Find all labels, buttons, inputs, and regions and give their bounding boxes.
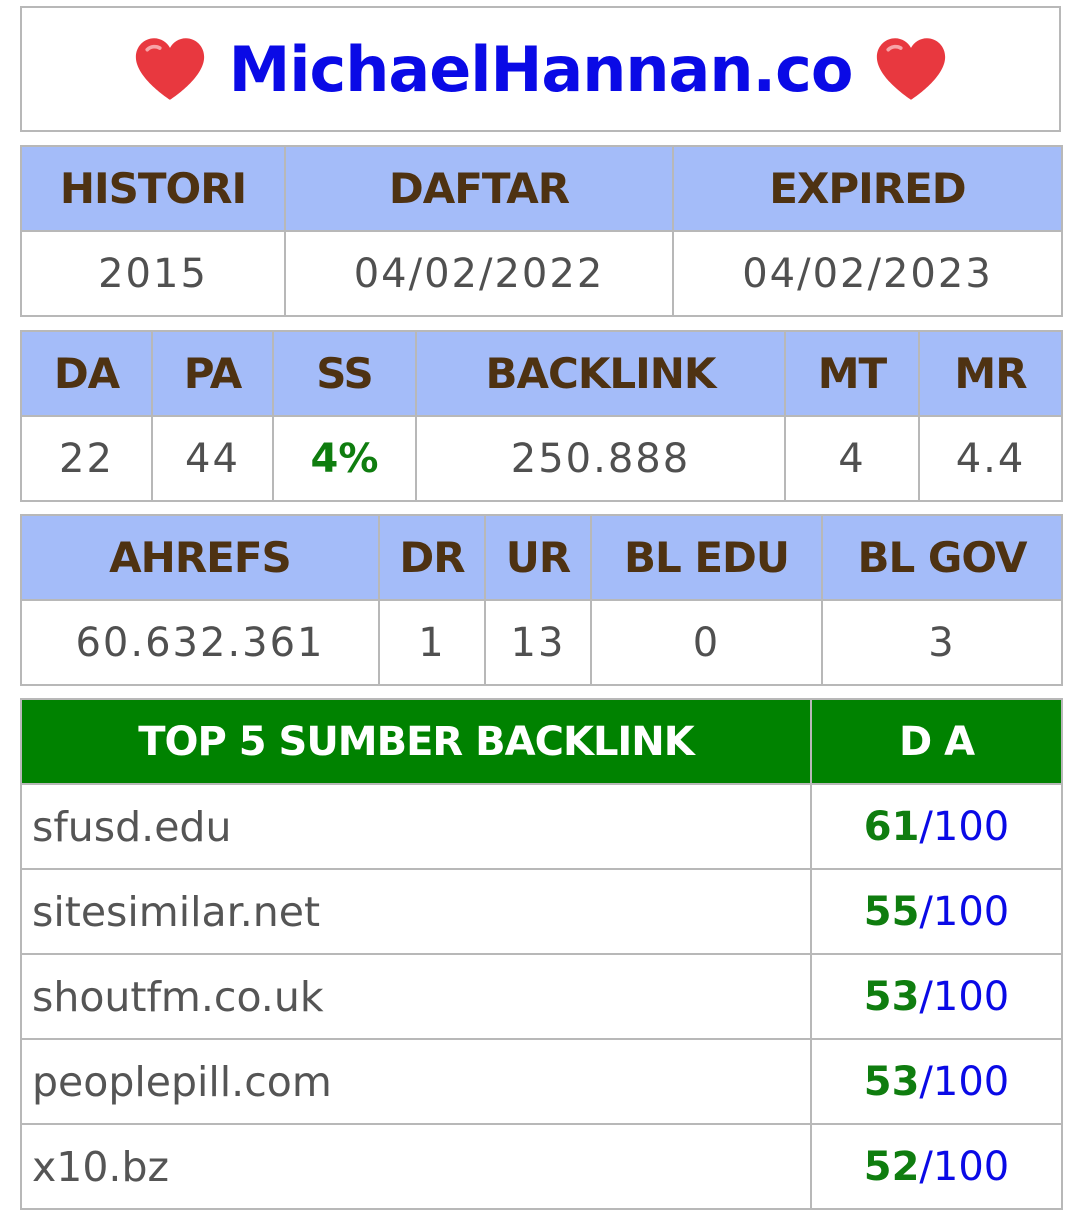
header-mt: MT	[784, 330, 920, 417]
header-bl-edu: BL EDU	[590, 514, 823, 601]
value-histori: 2015	[20, 230, 286, 317]
header-histori: HISTORI	[20, 145, 286, 232]
da-max: /100	[919, 803, 1010, 850]
da-value: 53	[863, 973, 920, 1020]
table-header-row: AHREFS DR UR BL EDU BL GOV	[20, 514, 1063, 601]
value-dr: 1	[378, 599, 486, 686]
da-max-value: 100	[932, 888, 1010, 935]
table-row: shoutfm.co.uk 53/100	[20, 953, 1063, 1040]
value-backlink: 250.888	[415, 415, 786, 502]
table-header-row: DA PA SS BACKLINK MT MR	[20, 330, 1063, 417]
da-value: 61	[863, 803, 920, 850]
backlink-da: 52/100	[810, 1123, 1063, 1210]
heart-icon	[135, 38, 204, 100]
value-da: 22	[20, 415, 153, 502]
header-top5-source: TOP 5 SUMBER BACKLINK	[20, 698, 812, 785]
header-mr: MR	[918, 330, 1063, 417]
header-backlink: BACKLINK	[415, 330, 786, 417]
da-max-value: 100	[932, 1143, 1010, 1190]
table-row: 60.632.361 1 13 0 3	[20, 599, 1063, 686]
da-max-value: 100	[932, 1058, 1010, 1105]
da-value: 52	[863, 1143, 920, 1190]
value-bl-gov: 3	[821, 599, 1063, 686]
header-top5-da: D A	[810, 698, 1063, 785]
header-dr: DR	[378, 514, 486, 601]
moz-metrics-table: DA PA SS BACKLINK MT MR 22 44 4% 250.888…	[20, 330, 1063, 502]
da-max-value: 100	[932, 973, 1010, 1020]
table-row: sfusd.edu 61/100	[20, 783, 1063, 870]
header-ahrefs: AHREFS	[20, 514, 380, 601]
da-max: /100	[919, 888, 1010, 935]
table-header-row: HISTORI DAFTAR EXPIRED	[20, 145, 1063, 232]
header-da: DA	[20, 330, 153, 417]
da-max: /100	[919, 1058, 1010, 1105]
ahrefs-metrics-table: AHREFS DR UR BL EDU BL GOV 60.632.361 1 …	[20, 514, 1063, 686]
header-bl-gov: BL GOV	[821, 514, 1063, 601]
table-header-row: TOP 5 SUMBER BACKLINK D A	[20, 698, 1063, 785]
value-mt: 4	[784, 415, 920, 502]
header-ur: UR	[484, 514, 592, 601]
value-ss: 4%	[272, 415, 417, 502]
backlink-domain[interactable]: x10.bz	[20, 1123, 812, 1210]
da-max-value: 100	[932, 803, 1010, 850]
backlink-da: 53/100	[810, 1038, 1063, 1125]
site-title[interactable]: MichaelHannan.co	[229, 33, 854, 106]
backlink-da: 55/100	[810, 868, 1063, 955]
top5-backlink-table: TOP 5 SUMBER BACKLINK D A sfusd.edu 61/1…	[20, 698, 1063, 1210]
value-bl-edu: 0	[590, 599, 823, 686]
value-ahrefs: 60.632.361	[20, 599, 380, 686]
heart-icon	[877, 38, 946, 100]
da-max: /100	[919, 1143, 1010, 1190]
backlink-domain[interactable]: peoplepill.com	[20, 1038, 812, 1125]
table-row: peoplepill.com 53/100	[20, 1038, 1063, 1125]
table-row: x10.bz 52/100	[20, 1123, 1063, 1210]
backlink-da: 61/100	[810, 783, 1063, 870]
value-expired: 04/02/2023	[672, 230, 1063, 317]
da-max: /100	[919, 973, 1010, 1020]
value-ur: 13	[484, 599, 592, 686]
da-value: 55	[863, 888, 920, 935]
header-daftar: DAFTAR	[284, 145, 674, 232]
site-title-box: MichaelHannan.co	[20, 6, 1061, 132]
table-row: 22 44 4% 250.888 4 4.4	[20, 415, 1063, 502]
da-value: 53	[863, 1058, 920, 1105]
backlink-domain[interactable]: sitesimilar.net	[20, 868, 812, 955]
table-row: 2015 04/02/2022 04/02/2023	[20, 230, 1063, 317]
value-mr: 4.4	[918, 415, 1063, 502]
table-row: sitesimilar.net 55/100	[20, 868, 1063, 955]
header-expired: EXPIRED	[672, 145, 1063, 232]
value-daftar: 04/02/2022	[284, 230, 674, 317]
value-pa: 44	[151, 415, 274, 502]
backlink-domain[interactable]: shoutfm.co.uk	[20, 953, 812, 1040]
backlink-domain[interactable]: sfusd.edu	[20, 783, 812, 870]
header-pa: PA	[151, 330, 274, 417]
backlink-da: 53/100	[810, 953, 1063, 1040]
header-ss: SS	[272, 330, 417, 417]
domain-info-table: HISTORI DAFTAR EXPIRED 2015 04/02/2022 0…	[20, 145, 1063, 317]
